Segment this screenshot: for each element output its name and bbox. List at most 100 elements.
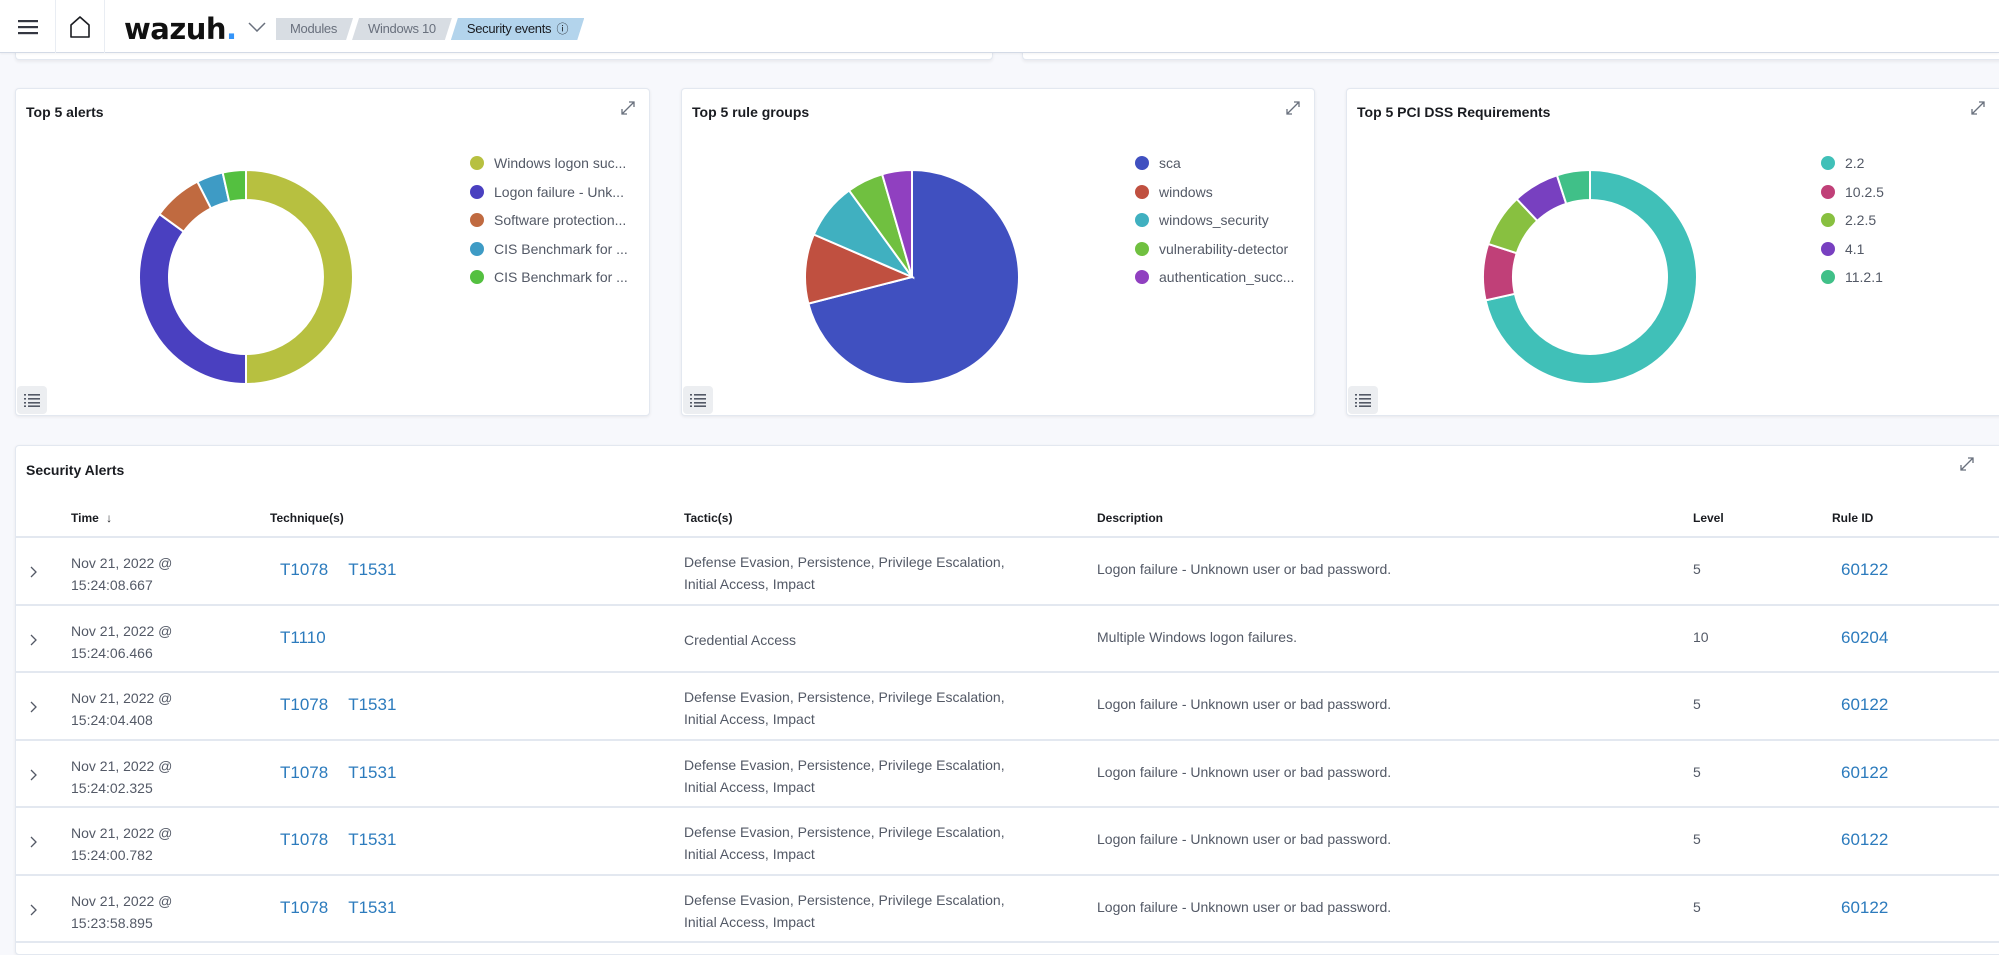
- logo-text: wazuh: [124, 12, 227, 46]
- legend-item[interactable]: windows_security: [1135, 206, 1294, 235]
- top-header: wazuh. Modules Windows 10 Security event…: [0, 0, 1999, 53]
- technique-link[interactable]: T1531: [348, 695, 396, 715]
- technique-link[interactable]: T1078: [280, 695, 328, 715]
- tactics-line: Defense Evasion, Persistence, Privilege …: [684, 756, 1005, 773]
- tactics-line: Defense Evasion, Persistence, Privilege …: [684, 824, 1005, 840]
- panel-title: Security Alerts: [26, 462, 125, 478]
- table-row[interactable]: Nov 21, 2022 @ 15:23:58.895 T1078 T1531 De…: [16, 876, 1999, 943]
- cell-tactics: Defense Evasion, Persistence, Privilege …: [684, 754, 1005, 798]
- cell-description: Logon failure - Unknown user or bad pass…: [1097, 561, 1392, 577]
- legend-item[interactable]: Windows logon suc...: [470, 149, 628, 178]
- cell-time: Nov 21, 2022 @ 15:23:58.895: [71, 890, 172, 934]
- cell-description: Logon failure - Unknown user or bad pass…: [1097, 831, 1392, 847]
- panel-top-5-rule-groups: Top 5 rule groups sca windows windows_se…: [681, 88, 1315, 416]
- wazuh-logo[interactable]: wazuh.: [124, 12, 237, 46]
- technique-link[interactable]: T1078: [280, 830, 328, 850]
- legend-item[interactable]: 4.1: [1821, 235, 1884, 264]
- legend-item[interactable]: vulnerability-detector: [1135, 235, 1294, 264]
- table-row[interactable]: Nov 21, 2022 @ 15:24:02.325 T1078 T1531 De…: [16, 741, 1999, 808]
- technique-link[interactable]: T1078: [280, 560, 328, 580]
- cell-level: 5: [1693, 763, 1701, 780]
- chevron-right-icon: [30, 634, 37, 645]
- toggle-legend-button[interactable]: [17, 386, 47, 414]
- toggle-legend-button[interactable]: [1348, 386, 1378, 414]
- technique-link[interactable]: T1531: [348, 898, 396, 918]
- column-header-level[interactable]: Level: [1693, 511, 1724, 525]
- logo-dot: .: [226, 12, 237, 46]
- cell-description: Logon failure - Unknown user or bad pass…: [1097, 696, 1392, 712]
- column-header-rule-id[interactable]: Rule ID: [1832, 511, 1873, 525]
- pie-slice-logon-failure-unk[interactable]: [138, 212, 247, 386]
- table-row[interactable]: Nov 21, 2022 @ 15:24:00.782 T1078 T1531 De…: [16, 808, 1999, 876]
- expand-row-button[interactable]: [24, 628, 44, 652]
- technique-link[interactable]: T1531: [348, 830, 396, 850]
- legend-color-dot: [1821, 241, 1835, 256]
- legend-label: 10.2.5: [1845, 183, 1884, 200]
- legend-item[interactable]: 10.2.5: [1821, 178, 1884, 207]
- expand-row-button[interactable]: [24, 695, 44, 719]
- panel-top-5-alerts: Top 5 alerts Windows logon suc... Logon …: [15, 88, 650, 416]
- cell-description: Multiple Windows logon failures.: [1097, 628, 1297, 645]
- table-row[interactable]: Nov 21, 2022 @ 15:24:06.466 T1110 Credent…: [16, 606, 1999, 673]
- technique-link[interactable]: T1078: [280, 898, 328, 918]
- legend-item[interactable]: Logon failure - Unk...: [470, 178, 628, 207]
- table-header: Time ↓ Technique(s) Tactic(s) Descriptio…: [16, 498, 1999, 538]
- expand-row-button[interactable]: [24, 898, 44, 922]
- chevron-down-icon: [248, 22, 266, 32]
- expand-row-button[interactable]: [24, 560, 44, 584]
- breadcrumb-modules[interactable]: Modules: [276, 18, 353, 40]
- legend-label: 11.2.1: [1845, 269, 1883, 286]
- cell-techniques: T1078 T1531: [280, 898, 396, 918]
- legend-color-dot: [1821, 156, 1835, 171]
- rule-id-link[interactable]: 60122: [1841, 830, 1888, 850]
- column-header-time[interactable]: Time ↓: [71, 511, 112, 525]
- legend-item[interactable]: 2.2.5: [1821, 206, 1884, 235]
- breadcrumb-windows-10[interactable]: Windows 10: [352, 18, 452, 40]
- pie-slice-windows-logon-suc[interactable]: [245, 168, 354, 386]
- legend-color-dot: [1821, 184, 1835, 199]
- rule-id-link[interactable]: 60122: [1841, 763, 1888, 783]
- technique-link[interactable]: T1531: [348, 560, 396, 580]
- breadcrumb-label: Security events: [466, 21, 552, 36]
- rule-id-link[interactable]: 60204: [1841, 628, 1888, 648]
- app-switcher-button[interactable]: [244, 14, 270, 40]
- expand-row-button[interactable]: [24, 763, 44, 787]
- legend-item[interactable]: Software protection...: [470, 206, 628, 235]
- home-button[interactable]: [56, 0, 105, 53]
- rule-id-link[interactable]: 60122: [1841, 560, 1888, 580]
- info-icon[interactable]: ⓘ: [557, 22, 569, 36]
- cell-tactics: Defense Evasion, Persistence, Privilege …: [684, 551, 1005, 595]
- legend-label: CIS Benchmark for ...: [494, 269, 628, 286]
- donut-chart-top-5-pci-dss: [1482, 168, 1698, 385]
- table-row[interactable]: Nov 21, 2022 @ 15:24:04.408 T1078 T1531 De…: [16, 673, 1999, 741]
- toggle-legend-button[interactable]: [683, 386, 713, 414]
- legend-item[interactable]: CIS Benchmark for ...: [470, 263, 628, 292]
- technique-link[interactable]: T1110: [280, 628, 326, 648]
- table-row[interactable]: Nov 21, 2022 @ 15:24:08.667 T1078 T1531 De…: [16, 538, 1999, 606]
- technique-link[interactable]: T1078: [280, 763, 328, 783]
- technique-link[interactable]: T1531: [348, 763, 396, 783]
- legend-item[interactable]: CIS Benchmark for ...: [470, 235, 628, 264]
- legend-item[interactable]: authentication_succ...: [1135, 263, 1294, 292]
- fullscreen-button[interactable]: [1956, 453, 1978, 475]
- cell-tactics: Defense Evasion, Persistence, Privilege …: [684, 686, 1005, 730]
- breadcrumb-security-events[interactable]: Security events ⓘ: [451, 18, 584, 40]
- legend-item[interactable]: sca: [1135, 149, 1294, 178]
- time-date: Nov 21, 2022 @: [71, 825, 173, 841]
- rule-id-link[interactable]: 60122: [1841, 695, 1888, 715]
- legend-color-dot: [470, 156, 484, 171]
- cell-time: Nov 21, 2022 @ 15:24:08.667: [71, 552, 172, 596]
- legend-item[interactable]: 11.2.1: [1821, 263, 1884, 292]
- tactics-line: Initial Access, Impact: [684, 711, 815, 727]
- legend-item[interactable]: 2.2: [1821, 149, 1884, 178]
- rule-id-link[interactable]: 60122: [1841, 898, 1888, 918]
- menu-button[interactable]: [0, 0, 56, 53]
- legend-label: windows: [1159, 183, 1213, 200]
- cell-description: Logon failure - Unknown user or bad pass…: [1097, 763, 1392, 780]
- expand-row-button[interactable]: [24, 830, 44, 854]
- column-header-description[interactable]: Description: [1097, 511, 1163, 525]
- legend-item[interactable]: windows: [1135, 178, 1294, 207]
- legend-color-dot: [1821, 213, 1835, 228]
- column-header-tactic[interactable]: Tactic(s): [684, 511, 732, 525]
- column-header-technique[interactable]: Technique(s): [270, 511, 344, 525]
